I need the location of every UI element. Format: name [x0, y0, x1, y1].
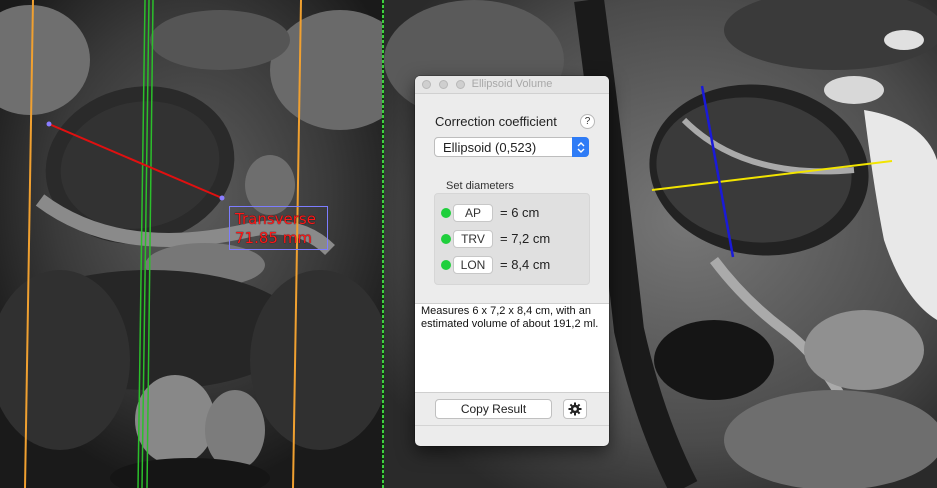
ap-value: = 6 cm	[500, 205, 540, 220]
result-text-area[interactable]: Measures 6 x 7,2 x 8,4 cm, with an estim…	[415, 303, 609, 393]
measurement-value: 71.85 mm	[235, 229, 312, 247]
correction-coefficient-select[interactable]: Ellipsoid (0,523)	[434, 137, 589, 157]
axial-image-viewport[interactable]: Transverse 71.85 mm	[0, 0, 383, 488]
footer-divider	[415, 425, 609, 426]
correction-coefficient-label: Correction coefficient	[435, 114, 557, 129]
copy-result-button[interactable]: Copy Result	[435, 399, 552, 419]
set-diameters-label: Set diameters	[446, 180, 514, 192]
window-title: Ellipsoid Volume	[471, 78, 553, 90]
trv-button[interactable]: TRV	[453, 230, 493, 248]
lon-value: = 8,4 cm	[500, 257, 551, 272]
gear-icon	[568, 402, 582, 416]
correction-selected-value: Ellipsoid (0,523)	[443, 140, 537, 155]
ellipsoid-volume-window: Ellipsoid Volume Correction coefficient …	[415, 76, 609, 446]
updown-chevron-icon	[572, 137, 589, 157]
settings-button[interactable]	[563, 399, 587, 419]
status-dot-icon	[441, 260, 451, 270]
measurement-name: Transverse	[235, 210, 316, 228]
trv-value: = 7,2 cm	[500, 231, 551, 246]
help-button[interactable]: ?	[580, 114, 595, 129]
measurement-label[interactable]: Transverse 71.85 mm	[229, 206, 328, 250]
ap-button[interactable]: AP	[453, 204, 493, 222]
status-dot-icon	[441, 208, 451, 218]
window-titlebar[interactable]: Ellipsoid Volume	[415, 76, 609, 94]
status-dot-icon	[441, 234, 451, 244]
lon-button[interactable]: LON	[453, 256, 493, 274]
